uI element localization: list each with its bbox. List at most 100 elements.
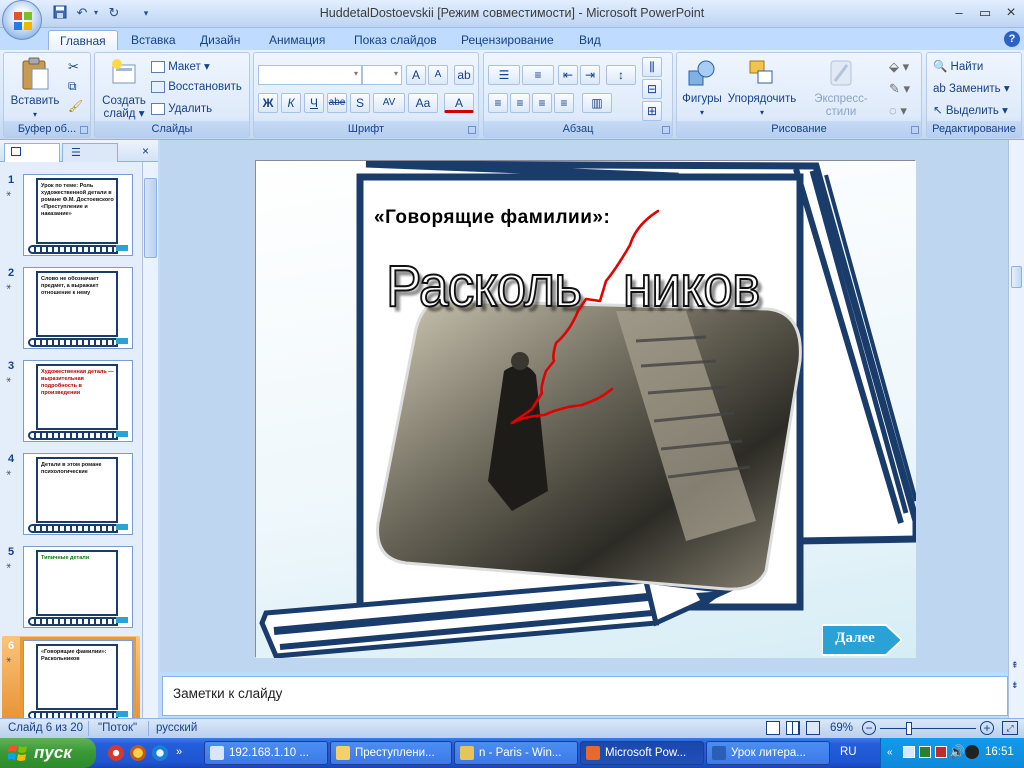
- language-indicator[interactable]: русский: [156, 722, 197, 734]
- justify-icon[interactable]: ≡: [554, 93, 574, 113]
- copy-icon[interactable]: ⧉: [68, 79, 77, 94]
- line-spacing-icon[interactable]: ↕: [606, 65, 636, 85]
- italic-button[interactable]: К: [281, 93, 301, 113]
- select-button[interactable]: ↖ Выделить ▾: [933, 103, 1008, 117]
- paragraph-launcher-icon[interactable]: [662, 126, 670, 134]
- slide-thumbnail-5[interactable]: Типичные детали: [23, 546, 133, 628]
- prev-slide-icon[interactable]: ⇞: [1011, 660, 1019, 671]
- customize-qat-icon[interactable]: ▾: [138, 5, 154, 21]
- zoom-level[interactable]: 69%: [830, 722, 853, 734]
- theme-name[interactable]: "Поток": [98, 722, 137, 734]
- shadow-button[interactable]: S: [350, 93, 370, 113]
- grow-font-button[interactable]: A: [406, 65, 426, 85]
- slide-thumbnail-3[interactable]: Художественная деталь — выразительная по…: [23, 360, 133, 442]
- quicklaunch-more-icon[interactable]: »: [176, 746, 182, 758]
- volume-icon[interactable]: 🔊: [949, 744, 965, 760]
- clear-format-icon[interactable]: ab: [454, 65, 474, 85]
- font-size-combo[interactable]: ▾: [362, 65, 402, 85]
- slide-heading[interactable]: «Говорящие фамилии»:: [374, 207, 610, 229]
- tab-outline[interactable]: ☰: [62, 143, 118, 162]
- replace-button[interactable]: ab Заменить ▾: [933, 81, 1010, 95]
- next-button[interactable]: Далее: [822, 623, 902, 657]
- slides-pane-scroll-thumb[interactable]: [144, 178, 157, 258]
- align-text-icon[interactable]: ⊟: [642, 79, 662, 99]
- slide-canvas[interactable]: «Говорящие фамилии»: Расколь ников Далее: [255, 160, 916, 658]
- tab-insert[interactable]: Вставка: [120, 30, 187, 50]
- tray-expand-icon[interactable]: «: [887, 747, 893, 758]
- change-case-button[interactable]: Aa: [408, 93, 438, 113]
- drawing-launcher-icon[interactable]: [911, 126, 919, 134]
- new-slide-button[interactable]: Создать слайд ▾: [99, 57, 149, 121]
- office-button[interactable]: [2, 0, 42, 40]
- layout-button[interactable]: Макет ▾: [151, 59, 210, 73]
- save-icon[interactable]: [52, 5, 68, 21]
- quicklaunch-ie-icon[interactable]: [152, 745, 168, 761]
- columns-icon[interactable]: ▥: [582, 93, 612, 113]
- bullets-icon[interactable]: ☰: [488, 65, 520, 85]
- main-vertical-scrollbar[interactable]: ⇞ ⇟: [1008, 140, 1024, 718]
- font-color-button[interactable]: A: [444, 93, 474, 113]
- taskbar-item-powerpoint[interactable]: Microsoft Pow...: [580, 741, 704, 765]
- slideshow-view-icon[interactable]: [806, 721, 820, 735]
- taskbar-item-word[interactable]: Урок литера...: [706, 741, 830, 765]
- slide-thumbnail-6[interactable]: «Говорящие фамилии»: Раскольников: [20, 637, 136, 725]
- restore-button[interactable]: ▭: [972, 4, 998, 22]
- taskbar-item-browser[interactable]: 192.168.1.10 ...: [204, 741, 328, 765]
- quicklaunch-opera-icon[interactable]: [108, 745, 124, 761]
- align-right-icon[interactable]: ≡: [532, 93, 552, 113]
- notes-pane[interactable]: Заметки к слайду: [162, 676, 1008, 716]
- text-direction-icon[interactable]: ⫼: [642, 57, 662, 77]
- help-icon[interactable]: ?: [1004, 31, 1020, 47]
- tray-bug-icon[interactable]: [965, 745, 979, 759]
- taskbar-item-folder[interactable]: Преступлени...: [330, 741, 452, 765]
- tab-home[interactable]: Главная: [48, 30, 118, 50]
- close-button[interactable]: ×: [998, 4, 1024, 22]
- tab-slideshow[interactable]: Показ слайдов: [343, 30, 448, 50]
- slide-thumbnail-1[interactable]: Урок по теме: Роль художественной детали…: [23, 174, 133, 256]
- close-pane-icon[interactable]: ×: [142, 144, 149, 158]
- tab-view[interactable]: Вид: [568, 30, 612, 50]
- arrange-button[interactable]: Упорядочить ▾: [725, 57, 799, 119]
- shapes-button[interactable]: Фигуры ▾: [679, 57, 725, 119]
- shape-outline-icon[interactable]: ✎ ▾: [889, 81, 910, 97]
- fit-to-window-icon[interactable]: ⤢: [1002, 721, 1018, 735]
- next-slide-icon[interactable]: ⇟: [1011, 680, 1019, 691]
- char-spacing-button[interactable]: AV: [373, 93, 405, 113]
- zoom-slider[interactable]: [880, 728, 976, 729]
- delete-slide-button[interactable]: Удалить: [151, 103, 212, 115]
- quicklaunch-app-icon[interactable]: [130, 745, 146, 761]
- taskbar-item-paint[interactable]: n - Paris - Win...: [454, 741, 578, 765]
- bold-button[interactable]: Ж: [258, 93, 278, 113]
- minimize-button[interactable]: –: [946, 4, 972, 22]
- tray-icon-1[interactable]: [903, 746, 915, 758]
- tab-design[interactable]: Дизайн: [189, 30, 251, 50]
- main-scroll-thumb[interactable]: [1011, 266, 1022, 288]
- redo-icon[interactable]: ↻: [106, 5, 122, 21]
- decrease-indent-icon[interactable]: ⇤: [558, 65, 578, 85]
- align-center-icon[interactable]: ≡: [510, 93, 530, 113]
- clipboard-launcher-icon[interactable]: [80, 126, 88, 134]
- slides-pane-scrollbar[interactable]: [142, 162, 158, 718]
- tab-slides[interactable]: [4, 143, 60, 162]
- slide-thumbnail-2[interactable]: Слово не обозначает предмет, а выражает …: [23, 267, 133, 349]
- slide-thumbnail-4[interactable]: Детали в этом романе психологические: [23, 453, 133, 535]
- zoom-in-icon[interactable]: +: [980, 721, 994, 735]
- font-family-combo[interactable]: ▾: [258, 65, 362, 85]
- zoom-slider-thumb[interactable]: [906, 722, 912, 735]
- tab-review[interactable]: Рецензирование: [450, 30, 565, 50]
- input-language[interactable]: RU: [840, 746, 857, 758]
- undo-dropdown-icon[interactable]: ▾: [88, 5, 104, 21]
- start-button[interactable]: пуск: [0, 738, 96, 768]
- shape-effects-icon[interactable]: ◌ ▾: [889, 103, 907, 119]
- align-left-icon[interactable]: ≡: [488, 93, 508, 113]
- slide-big-word[interactable]: Расколь ников: [385, 253, 761, 320]
- sorter-view-icon[interactable]: [786, 721, 800, 735]
- tray-icon-2[interactable]: [919, 746, 931, 758]
- find-button[interactable]: 🔍 Найти: [933, 59, 983, 73]
- font-launcher-icon[interactable]: [468, 126, 476, 134]
- smartart-icon[interactable]: ⊞: [642, 101, 662, 121]
- normal-view-icon[interactable]: [766, 721, 780, 735]
- tab-animation[interactable]: Анимация: [258, 30, 336, 50]
- cut-icon[interactable]: ✂: [68, 59, 79, 75]
- shape-fill-icon[interactable]: ⬙ ▾: [889, 59, 909, 75]
